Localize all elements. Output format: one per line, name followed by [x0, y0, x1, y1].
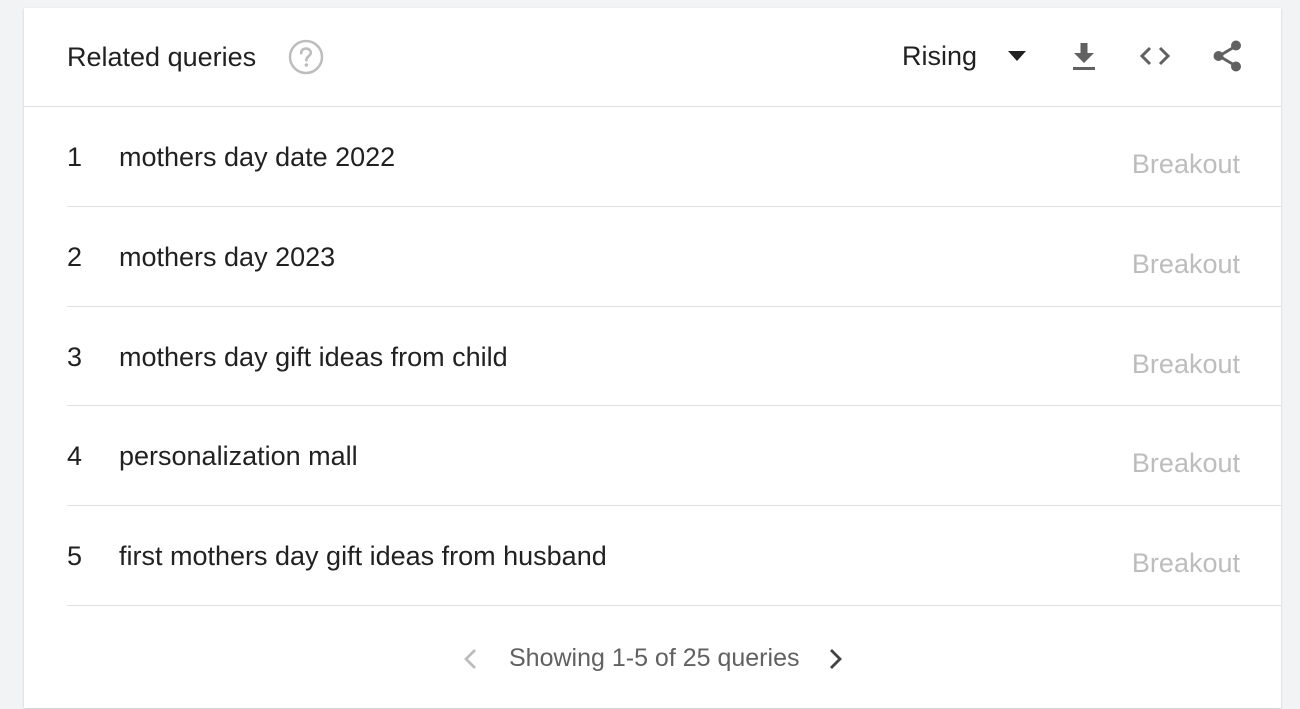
query-row[interactable]: 5 first mothers day gift ideas from husb…: [67, 506, 1281, 606]
share-icon[interactable]: [1210, 38, 1246, 74]
row-query-link[interactable]: mothers day gift ideas from child: [119, 342, 508, 373]
query-row[interactable]: 1 mothers day date 2022 Breakout: [67, 107, 1281, 207]
row-rank: 4: [67, 441, 83, 472]
row-rank: 3: [67, 341, 83, 372]
row-rank: 1: [67, 142, 83, 172]
row-rank: 2: [67, 241, 83, 272]
row-query-link[interactable]: mothers day date 2022: [119, 142, 395, 173]
row-value: Breakout: [1131, 248, 1240, 279]
row-value: Breakout: [1131, 149, 1240, 179]
row-value: Breakout: [1131, 348, 1240, 379]
row-rank: 5: [67, 541, 83, 572]
query-row[interactable]: 2 mothers day 2023 Breakout: [67, 207, 1281, 307]
row-query-link[interactable]: first mothers day gift ideas from husban…: [119, 541, 607, 572]
pager-status: Showing 1-5 of 25 queries: [509, 644, 800, 672]
help-circle-icon[interactable]: [288, 39, 324, 75]
caret-down-icon: [1008, 51, 1027, 61]
card-title: Related queries: [67, 42, 257, 72]
row-query-link[interactable]: mothers day 2023: [119, 242, 335, 273]
row-query-link[interactable]: personalization mall: [119, 441, 358, 472]
query-list: 1 mothers day date 2022 Breakout 2 mothe…: [24, 107, 1281, 606]
query-row[interactable]: 4 personalization mall Breakout: [67, 406, 1281, 507]
download-icon[interactable]: [1066, 38, 1102, 74]
embed-code-icon[interactable]: [1137, 38, 1173, 74]
metric-dropdown[interactable]: Rising: [902, 36, 1027, 76]
related-queries-card: Related queries Rising 1 mothers day dat…: [24, 8, 1281, 708]
dropdown-label: Rising: [902, 40, 978, 71]
pager: Showing 1-5 of 25 queries: [24, 607, 1281, 708]
query-row[interactable]: 3 mothers day gift ideas from child Brea…: [67, 307, 1281, 407]
chevron-left-icon[interactable]: [457, 645, 485, 673]
row-value: Breakout: [1131, 448, 1240, 479]
chevron-right-icon[interactable]: [821, 645, 849, 673]
row-value: Breakout: [1131, 548, 1240, 579]
card-header: Related queries Rising: [24, 8, 1281, 107]
